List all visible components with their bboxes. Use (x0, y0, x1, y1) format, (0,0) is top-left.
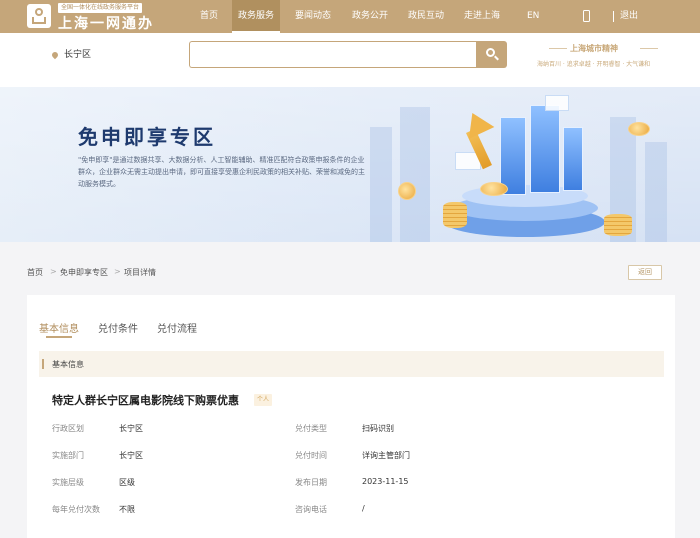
field-value-publish-date: 2023-11-15 (362, 477, 409, 486)
top-navigation-bar: 全国一体化在线政务服务平台 上海一网通办 首页 政务服务 要闻动态 政务公开 政… (0, 0, 700, 33)
nav-english[interactable]: EN (527, 0, 539, 33)
back-button[interactable]: 返回 (628, 265, 662, 280)
banner-title: 免申即享专区 (78, 125, 216, 149)
field-value-pay-time: 详询主管部门 (362, 451, 410, 460)
field-value-level: 区级 (119, 478, 135, 487)
breadcrumb-current: 项目详情 (124, 268, 156, 277)
spirit-decor-line (549, 48, 567, 49)
field-label: 实施层级 (52, 478, 84, 487)
coin-stack-icon (604, 214, 632, 236)
nav-gov-disclosure[interactable]: 政务公开 (352, 0, 388, 33)
city-spirit-slogan: 海纳百川 · 追求卓越 · 开明睿智 · 大气谦和 (537, 61, 651, 68)
coin-icon (628, 122, 650, 136)
breadcrumb-zone[interactable]: 免申即享专区 (60, 267, 108, 278)
nav-divider (613, 11, 614, 22)
tab-payment-conditions[interactable]: 兑付条件 (98, 320, 138, 335)
background-building (645, 142, 667, 242)
breadcrumb-separator: > (50, 267, 57, 276)
location-pin-icon (50, 50, 60, 60)
field-value-phone: / (362, 504, 365, 513)
nav-interaction[interactable]: 政民互动 (408, 0, 444, 33)
field-label: 发布日期 (295, 478, 327, 487)
nav-news[interactable]: 要闻动态 (295, 0, 331, 33)
site-title[interactable]: 上海一网通办 (58, 13, 154, 33)
section-header (39, 351, 664, 377)
nav-about-shanghai[interactable]: 走进上海 (464, 0, 500, 33)
field-label: 兑付时间 (295, 451, 327, 460)
spirit-decor-line (640, 48, 658, 49)
field-value-dept: 长宁区 (119, 451, 143, 460)
background-building (400, 107, 430, 242)
platform-tag: 全国一体化在线政务服务平台 (58, 3, 143, 13)
field-value-pay-type: 扫码识别 (362, 424, 394, 433)
field-label: 实施部门 (52, 451, 84, 460)
tab-payment-process[interactable]: 兑付流程 (157, 320, 197, 335)
field-label: 兑付类型 (295, 424, 327, 433)
target-audience-badge: 个人 (254, 394, 273, 406)
section-marker (42, 359, 44, 369)
coin-icon (480, 182, 508, 196)
search-input[interactable] (189, 41, 476, 68)
field-value-admin-region: 长宁区 (119, 424, 143, 433)
tab-basic-info[interactable]: 基本信息 (39, 320, 79, 335)
search-header: 长宁区 上海城市精神 海纳百川 · 追求卓越 · 开明睿智 · 大气谦和 (0, 33, 700, 87)
active-tab-indicator (46, 336, 72, 338)
nav-home[interactable]: 首页 (200, 0, 218, 33)
district-selector[interactable]: 长宁区 (64, 47, 91, 60)
city-spirit-title: 上海城市精神 (570, 44, 618, 53)
section-title: 基本信息 (52, 360, 84, 369)
logout-link[interactable]: 退出 (620, 0, 638, 33)
field-label: 每年兑付次数 (52, 505, 100, 514)
search-button[interactable] (476, 41, 507, 68)
mobile-phone-icon[interactable] (583, 10, 590, 22)
coin-stack-icon (443, 202, 467, 228)
field-value-yearly-count: 不限 (119, 505, 135, 514)
banner-description: "免申即享"是通过数据共享、大数据分析、人工智能辅助、精准匹配符合政策申报条件的… (78, 156, 365, 188)
field-label: 行政区划 (52, 424, 84, 433)
breadcrumb-home[interactable]: 首页 (27, 267, 43, 278)
field-label: 咨询电话 (295, 505, 327, 514)
nav-gov-services[interactable]: 政务服务 (232, 0, 281, 33)
site-logo-icon[interactable] (27, 4, 51, 28)
coin-icon (398, 182, 416, 200)
breadcrumb-separator: > (114, 267, 121, 276)
hero-banner: 免申即享专区 "免申即享"是通过数据共享、大数据分析、人工智能辅助、精准匹配符合… (0, 87, 700, 242)
item-title: 特定人群长宁区属电影院线下购票优惠 (52, 394, 239, 407)
background-building (370, 127, 392, 242)
